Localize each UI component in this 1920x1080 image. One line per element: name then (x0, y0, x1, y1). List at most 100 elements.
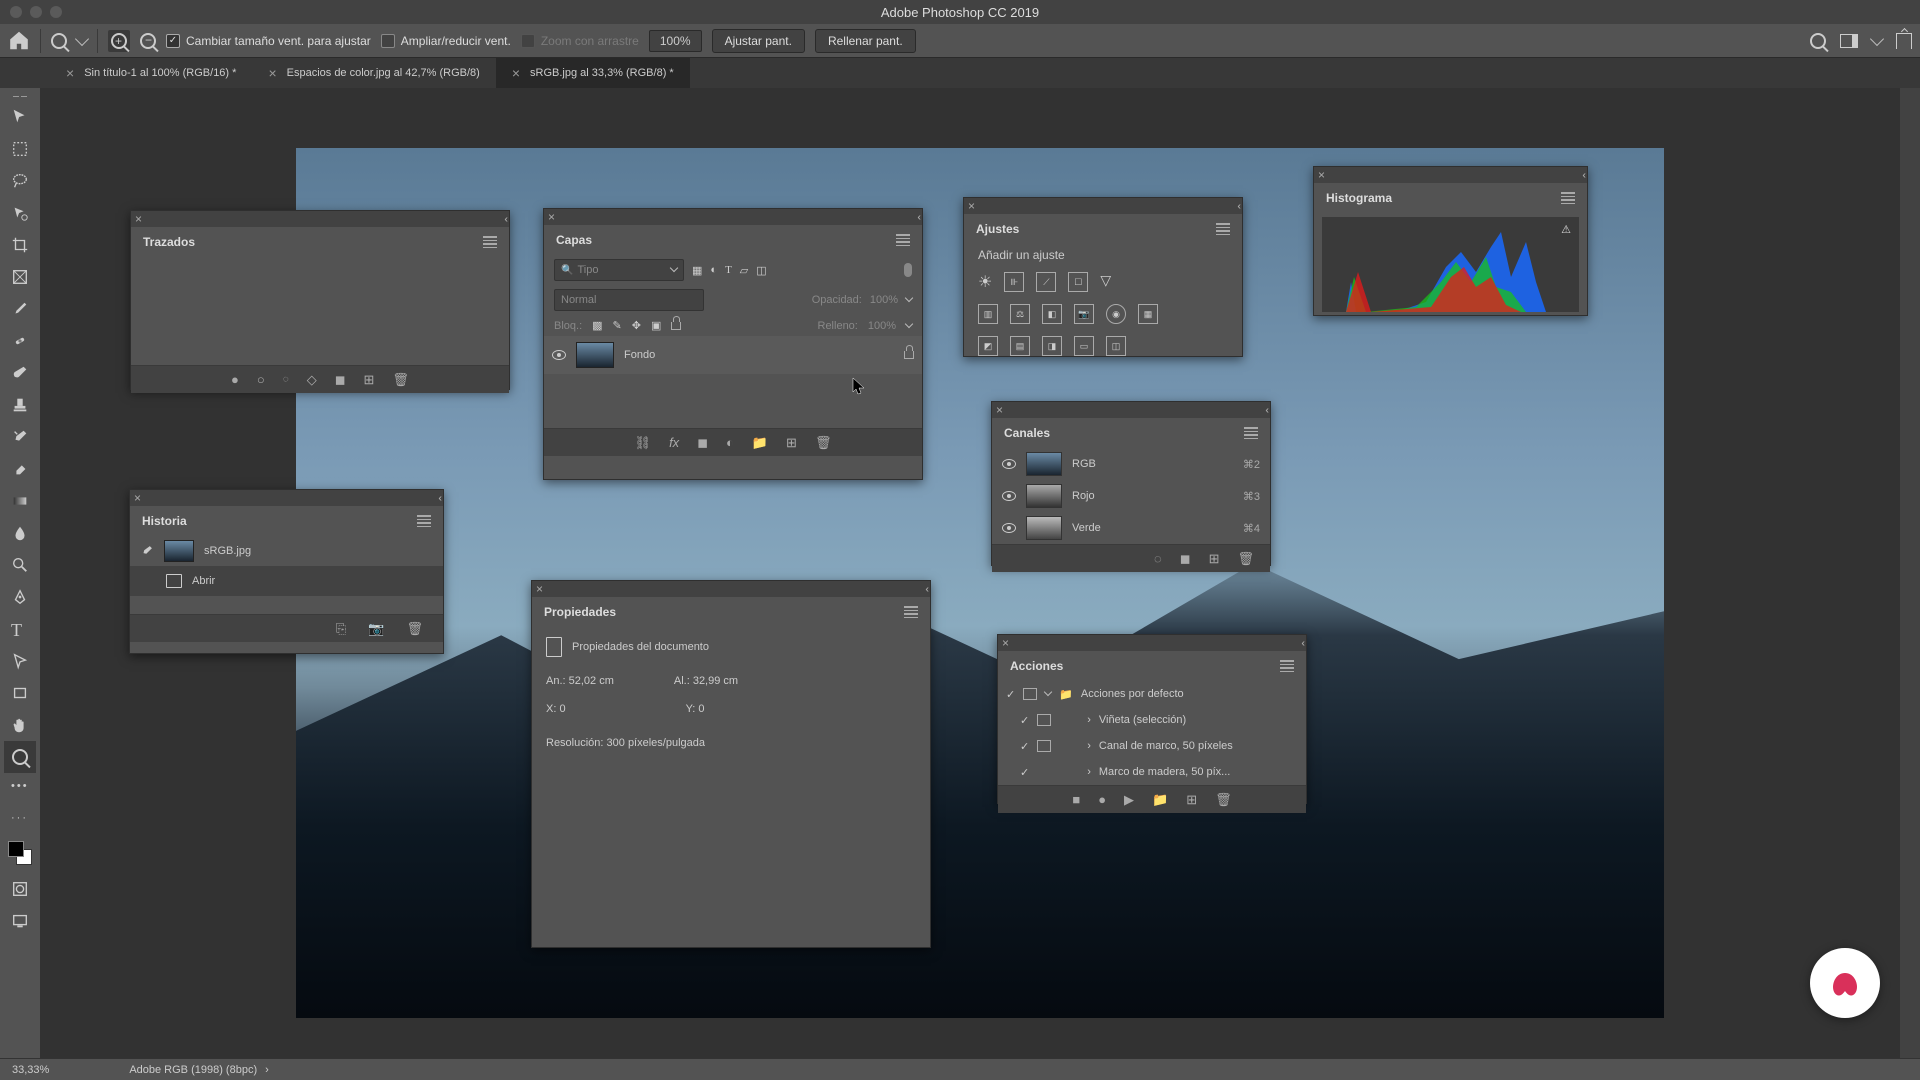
chevron-right-icon[interactable]: › (265, 1064, 269, 1076)
selection-from-path-icon[interactable]: ◌ (283, 374, 289, 385)
stop-icon[interactable]: ■ (1072, 792, 1080, 807)
channel-row[interactable]: RGB⌘2 (992, 448, 1270, 480)
pen-tool[interactable] (4, 581, 36, 613)
hand-tool[interactable] (4, 709, 36, 741)
panel-menu-icon[interactable] (1216, 223, 1230, 235)
search-icon[interactable] (1810, 33, 1826, 49)
trash-icon[interactable]: 🗑 (406, 621, 423, 637)
eyedropper-tool[interactable] (4, 293, 36, 325)
collapse-icon[interactable]: ‹‹ (1237, 201, 1238, 212)
layer-row[interactable]: Fondo (544, 336, 922, 374)
dialog-toggle-icon[interactable] (1037, 714, 1051, 726)
close-icon[interactable]: × (66, 65, 74, 81)
close-window-icon[interactable] (10, 6, 22, 18)
zoom-level-input[interactable]: 100% (649, 30, 702, 52)
check-icon[interactable]: ✓ (1020, 714, 1029, 727)
channel-mixer-icon[interactable]: ◉ (1106, 304, 1126, 324)
panel-menu-icon[interactable] (896, 234, 910, 246)
blur-tool[interactable] (4, 517, 36, 549)
dialog-toggle-icon[interactable] (1037, 740, 1051, 752)
action-set[interactable]: ✓📁Acciones por defecto (998, 681, 1306, 707)
trash-icon[interactable]: 🗑 (1237, 551, 1254, 567)
panel-menu-icon[interactable] (1280, 660, 1294, 672)
layer-thumbnail[interactable] (576, 342, 614, 368)
checkbox-checked-icon[interactable] (166, 34, 180, 48)
lock-position-icon[interactable]: ✥ (632, 319, 641, 332)
action-item[interactable]: ✓›Viñeta (selección) (998, 707, 1306, 733)
quick-mask-toggle[interactable] (4, 873, 36, 905)
curves-icon[interactable]: ⟋ (1036, 272, 1056, 292)
new-group-icon[interactable]: 📁 (752, 435, 768, 451)
fill-path-icon[interactable]: ● (231, 372, 239, 387)
adjustments-panel[interactable]: ×‹‹ Ajustes Añadir un ajuste ☀ ⊪ ⟋ ☐ ▽ ▥… (963, 197, 1243, 357)
filter-type-icon[interactable]: T (725, 264, 732, 276)
expand-icon[interactable] (1044, 688, 1052, 696)
panel-menu-icon[interactable] (1561, 192, 1575, 204)
invert-icon[interactable]: ◩ (978, 336, 998, 356)
close-icon[interactable]: × (134, 491, 141, 505)
lock-icon[interactable] (904, 351, 914, 359)
lock-all-icon[interactable] (671, 322, 681, 330)
maximize-window-icon[interactable] (50, 6, 62, 18)
zoom-tool-icon[interactable] (51, 33, 67, 49)
photo-filter-icon[interactable]: 📷 (1074, 304, 1094, 324)
quick-select-tool[interactable] (4, 197, 36, 229)
dialog-toggle-icon[interactable] (1023, 688, 1037, 700)
close-icon[interactable]: × (996, 403, 1003, 417)
visibility-icon[interactable] (1002, 459, 1016, 469)
chevron-right-icon[interactable]: › (1087, 714, 1091, 726)
posterize-icon[interactable]: ▤ (1010, 336, 1030, 356)
close-icon[interactable]: × (1318, 168, 1325, 182)
healing-tool[interactable] (4, 325, 36, 357)
check-icon[interactable]: ✓ (1020, 740, 1029, 753)
chevron-right-icon[interactable]: › (1087, 766, 1091, 778)
panel-title[interactable]: Canales (1004, 426, 1050, 440)
window-controls[interactable] (10, 6, 62, 18)
layer-fx-icon[interactable]: fx (669, 435, 679, 450)
trash-icon[interactable]: 🗑 (1215, 792, 1232, 808)
minimize-window-icon[interactable] (30, 6, 42, 18)
selective-color-icon[interactable]: ◫ (1106, 336, 1126, 356)
visibility-icon[interactable] (552, 350, 566, 360)
trash-icon[interactable]: 🗑 (392, 372, 409, 388)
close-icon[interactable]: × (135, 212, 142, 226)
close-icon[interactable]: × (548, 210, 555, 224)
history-brush-tool[interactable] (4, 421, 36, 453)
collapse-icon[interactable]: ‹‹ (925, 584, 926, 595)
action-item[interactable]: ✓›Marco de madera, 50 píx... (998, 759, 1306, 785)
collapse-icon[interactable]: ‹‹ (1265, 405, 1266, 416)
marquee-tool[interactable] (4, 133, 36, 165)
document-tab[interactable]: ×Sin título-1 al 100% (RGB/16) * (50, 58, 252, 88)
status-zoom[interactable]: 33,33% (12, 1064, 49, 1076)
fill-value[interactable]: 100% (868, 320, 896, 332)
zoom-in-button[interactable] (108, 30, 130, 52)
document-tab[interactable]: ×Espacios de color.jpg al 42,7% (RGB/8) (252, 58, 495, 88)
lasso-tool[interactable] (4, 165, 36, 197)
trash-icon[interactable]: 🗑 (815, 435, 832, 451)
lock-transparency-icon[interactable]: ▩ (592, 319, 602, 332)
home-button[interactable] (8, 30, 30, 52)
warning-icon[interactable]: ⚠ (1561, 223, 1571, 236)
color-swatches[interactable] (8, 841, 32, 865)
edit-toolbar[interactable]: ··· (4, 805, 36, 837)
layer-filter-type[interactable]: 🔍Tipo (554, 259, 684, 281)
check-icon[interactable]: ✓ (1006, 688, 1015, 701)
chevron-down-icon[interactable] (1870, 31, 1884, 45)
gradient-tool[interactable] (4, 485, 36, 517)
history-step[interactable]: Abrir (130, 566, 443, 596)
threshold-icon[interactable]: ◨ (1042, 336, 1062, 356)
lock-artboard-icon[interactable]: ▣ (651, 319, 661, 332)
fill-screen-button[interactable]: Rellenar pant. (815, 29, 916, 53)
share-icon[interactable] (1896, 33, 1912, 49)
panel-title[interactable]: Propiedades (544, 605, 616, 619)
chevron-right-icon[interactable]: › (1087, 740, 1091, 752)
panel-menu-icon[interactable] (904, 606, 918, 618)
color-balance-icon[interactable]: ⚖ (1010, 304, 1030, 324)
filter-shape-icon[interactable]: ▱ (740, 264, 748, 277)
zoom-out-button[interactable] (140, 33, 156, 49)
close-icon[interactable]: × (512, 65, 520, 81)
gradient-map-icon[interactable]: ▭ (1074, 336, 1094, 356)
layer-name[interactable]: Fondo (624, 349, 655, 361)
close-icon[interactable]: × (968, 199, 975, 213)
actions-panel[interactable]: ×‹‹ Acciones ✓📁Acciones por defecto ✓›Vi… (997, 634, 1307, 804)
